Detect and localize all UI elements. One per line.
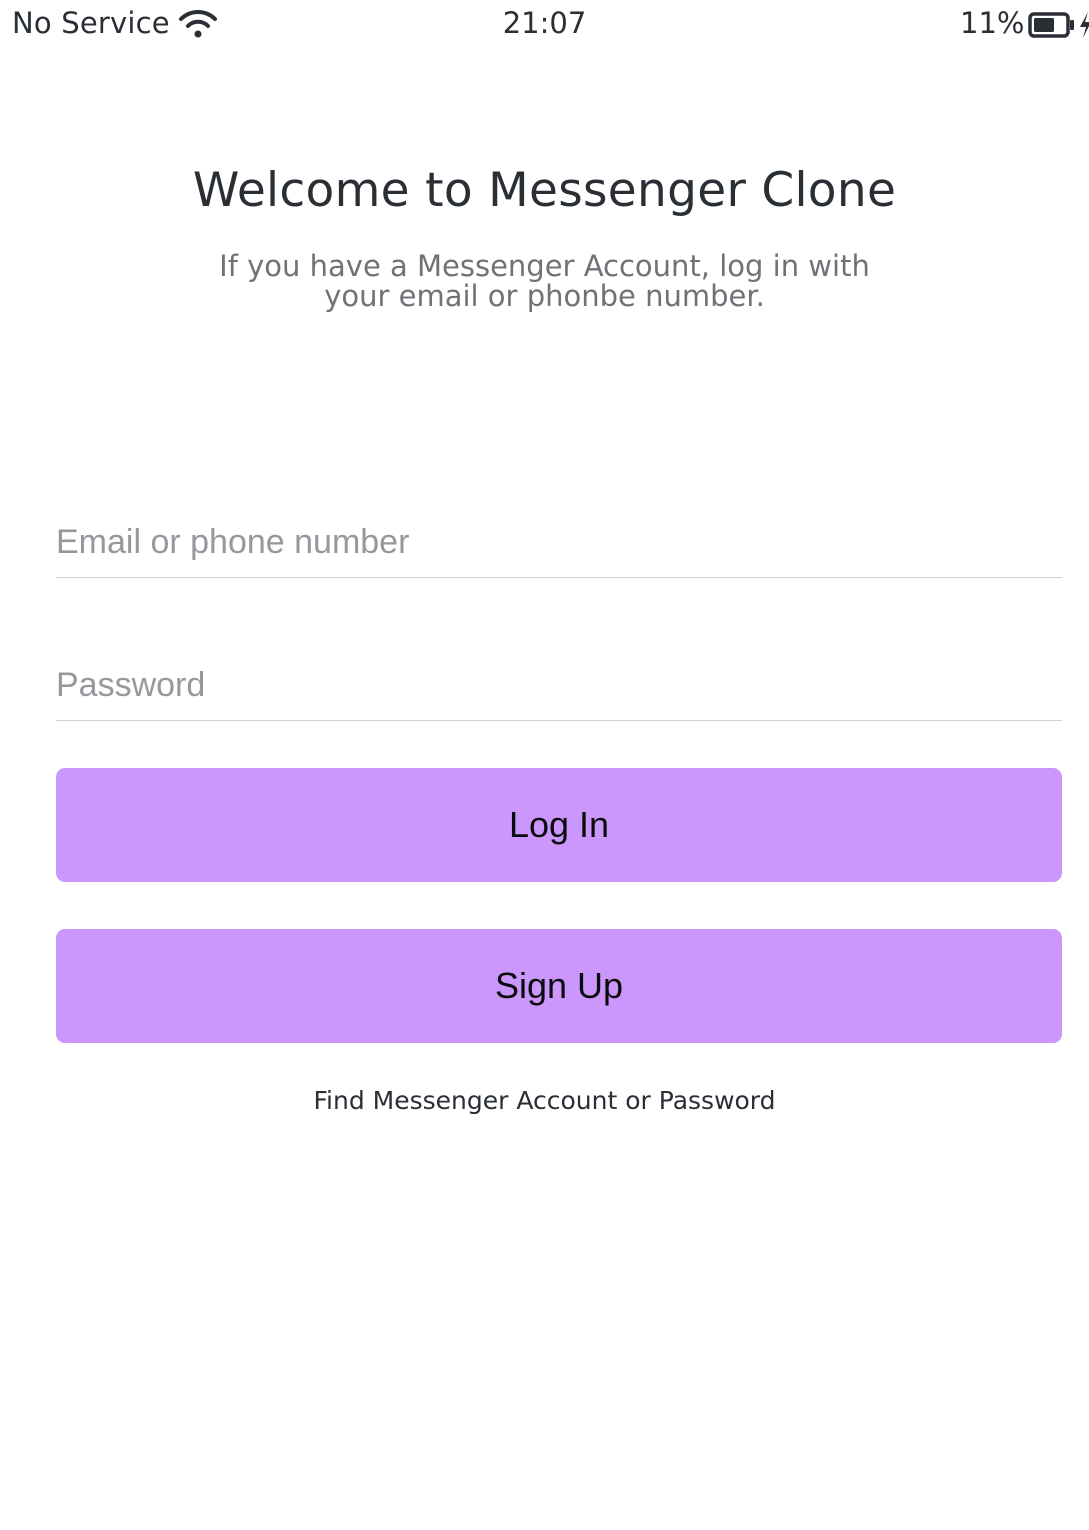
battery-icon: [1028, 12, 1076, 38]
charging-bolt-icon: [1078, 10, 1089, 40]
page-subtitle: If you have a Messenger Account, log in …: [219, 249, 870, 313]
email-field[interactable]: [56, 508, 1062, 578]
password-field[interactable]: [56, 651, 1062, 721]
clock: 21:07: [502, 6, 587, 40]
status-bar: No Service 21:07 11%: [0, 0, 1089, 50]
signup-button[interactable]: Sign Up: [56, 929, 1062, 1043]
page-title: Welcome to Messenger Clone: [192, 163, 897, 218]
login-button[interactable]: Log In: [56, 768, 1062, 882]
battery-percent: 11%: [960, 6, 1025, 40]
find-account-link[interactable]: Find Messenger Account or Password: [0, 1086, 1089, 1115]
